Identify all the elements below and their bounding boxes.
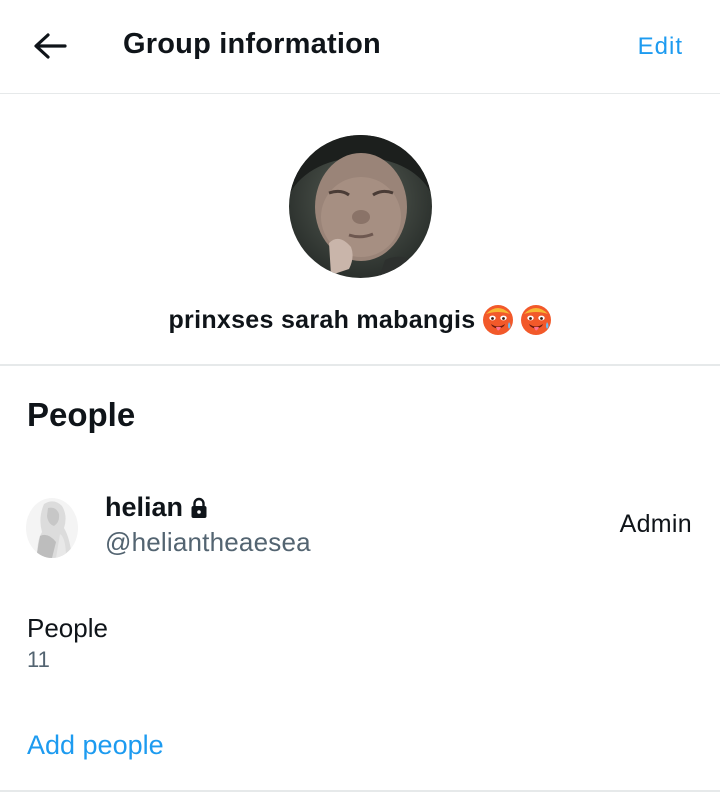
member-role-badge: Admin: [619, 510, 692, 538]
group-avatar[interactable]: [289, 135, 432, 278]
page-title: Group information: [123, 28, 381, 60]
arrow-left-icon: [34, 33, 67, 59]
group-header: prinxses sarah mabangis: [0, 94, 720, 366]
people-heading: People: [27, 396, 136, 433]
people-count-label: People: [27, 613, 108, 643]
back-button[interactable]: [26, 26, 74, 66]
add-people-button[interactable]: Add people: [27, 730, 164, 761]
edit-button[interactable]: Edit: [638, 33, 683, 61]
divider: [0, 790, 720, 792]
top-bar: Group information Edit: [0, 0, 720, 94]
member-handle: @heliantheaesea: [105, 527, 311, 557]
lock-icon: [191, 497, 207, 518]
member-name-row: helian: [105, 492, 208, 523]
group-name-row: prinxses sarah mabangis: [0, 304, 720, 336]
hot-face-emoji: [520, 305, 551, 335]
member-row[interactable]: helian @heliantheaesea Admin: [0, 478, 720, 574]
member-name: helian: [105, 492, 184, 522]
hot-face-emoji: [482, 305, 513, 335]
people-count-value: 11: [27, 647, 50, 672]
avatar: [26, 498, 78, 558]
group-name: prinxses sarah mabangis: [168, 305, 476, 334]
